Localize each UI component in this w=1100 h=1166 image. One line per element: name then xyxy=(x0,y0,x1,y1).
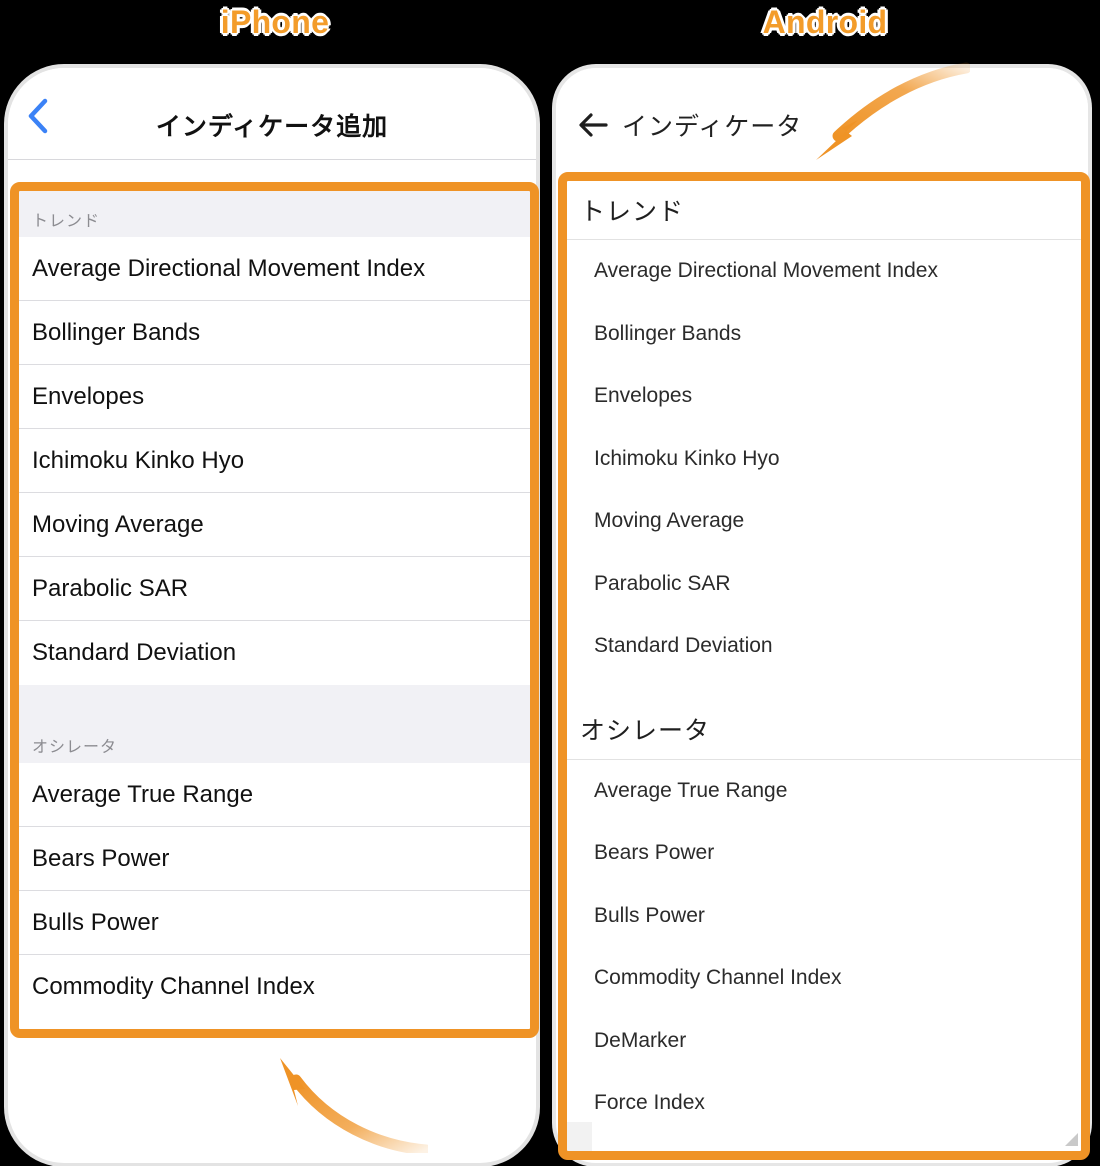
list-item[interactable]: Bears Power xyxy=(566,822,1082,885)
list-item[interactable]: Commodity Channel Index xyxy=(566,947,1082,1010)
list-item[interactable]: Average True Range xyxy=(566,759,1082,822)
android-section-header-oscillator: オシレータ xyxy=(566,700,1082,760)
android-indicator-list[interactable]: トレンド Average Directional Movement Index … xyxy=(566,180,1082,1152)
android-page-title: インディケータ xyxy=(622,113,803,141)
list-item[interactable]: Ichimoku Kinko Hyo xyxy=(18,429,532,493)
caption-android: Android xyxy=(762,4,888,40)
ios-section-header-trend: トレンド xyxy=(18,190,532,237)
android-section-spacer xyxy=(566,677,1082,700)
list-item[interactable]: Standard Deviation xyxy=(18,621,532,685)
list-item[interactable]: Standard Deviation xyxy=(566,615,1082,678)
list-item[interactable]: Bollinger Bands xyxy=(18,301,532,365)
list-item[interactable]: Commodity Channel Index xyxy=(18,955,532,1019)
list-item[interactable]: Bears Power xyxy=(18,827,532,891)
resize-handle-icon[interactable] xyxy=(1065,1133,1078,1146)
list-item[interactable]: Moving Average xyxy=(566,490,1082,553)
list-item[interactable]: Bollinger Bands xyxy=(566,302,1082,365)
list-item[interactable]: Envelopes xyxy=(566,365,1082,428)
list-item[interactable]: Moving Average xyxy=(18,493,532,557)
list-item[interactable]: Ichimoku Kinko Hyo xyxy=(566,427,1082,490)
android-app-bar: インディケータ xyxy=(556,68,1088,168)
list-item[interactable]: Force Index xyxy=(566,1072,1082,1135)
android-scroll-corner xyxy=(566,1122,592,1152)
ios-page-title: インディケータ追加 xyxy=(155,112,389,141)
list-item[interactable]: Average Directional Movement Index xyxy=(18,237,532,301)
caption-iphone: iPhone xyxy=(220,4,330,40)
list-item[interactable]: Average True Range xyxy=(18,763,532,827)
ios-section-header-oscillator: オシレータ xyxy=(18,685,532,763)
list-item[interactable]: Parabolic SAR xyxy=(566,552,1082,615)
list-item[interactable]: Parabolic SAR xyxy=(18,557,532,621)
ios-indicator-list[interactable]: トレンド Average Directional Movement Index … xyxy=(18,190,532,1031)
comparison-canvas: iPhone Android インディケータ追加 トレンド Average Di… xyxy=(0,0,1100,1166)
android-section-header-trend: トレンド xyxy=(566,180,1082,240)
ios-navigation-bar: インディケータ追加 xyxy=(8,68,536,160)
list-item[interactable]: DeMarker xyxy=(566,1009,1082,1072)
list-item[interactable]: Bulls Power xyxy=(18,891,532,955)
list-item[interactable]: MACD xyxy=(566,1134,1082,1152)
list-item[interactable]: Average Directional Movement Index xyxy=(566,240,1082,303)
list-item[interactable]: Bulls Power xyxy=(566,884,1082,947)
arrow-left-icon[interactable] xyxy=(572,104,614,146)
chevron-left-icon[interactable] xyxy=(16,94,60,138)
list-item[interactable]: Envelopes xyxy=(18,365,532,429)
